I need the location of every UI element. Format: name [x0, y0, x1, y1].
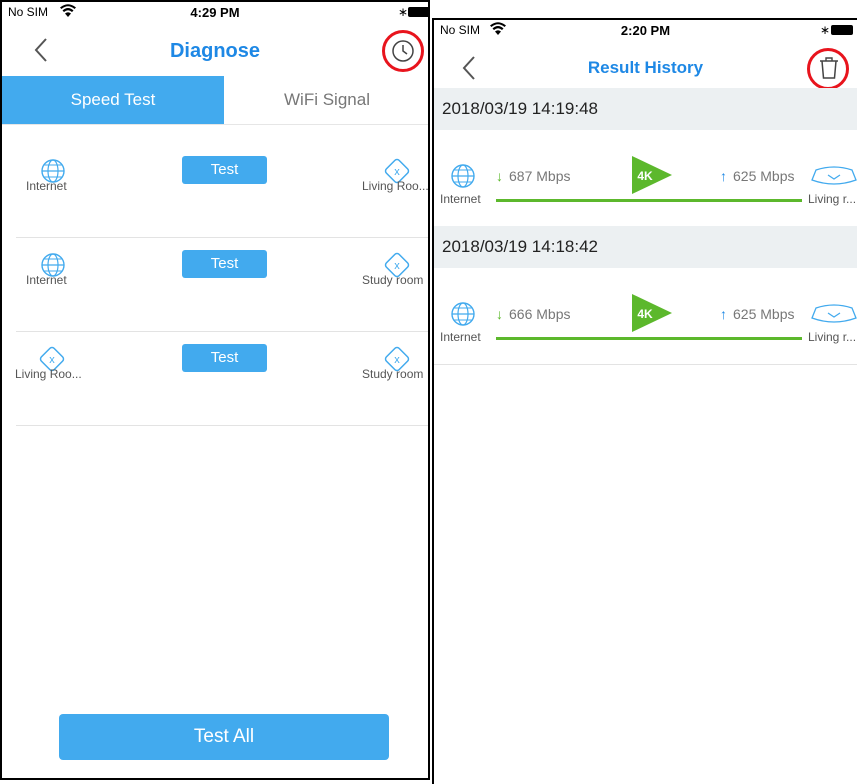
connection-line: [496, 199, 802, 202]
bluetooth-icon: ∗: [820, 23, 831, 37]
svg-text:4K: 4K: [637, 169, 653, 183]
from-node-label: Living Roo...: [15, 367, 82, 381]
svg-text:x: x: [394, 260, 400, 272]
svg-text:4K: 4K: [637, 307, 653, 321]
trash-icon[interactable]: [818, 56, 840, 85]
tab-speed-test[interactable]: Speed Test: [2, 76, 224, 124]
test-button[interactable]: Test: [182, 156, 267, 184]
battery-icon: [408, 7, 428, 17]
from-node-label: Internet: [26, 273, 67, 287]
download-speed: ↓ 687 Mbps: [496, 168, 570, 184]
battery-icon: [831, 25, 853, 35]
upload-speed: ↑ 625 Mbps: [720, 168, 794, 184]
svg-text:x: x: [394, 354, 400, 366]
status-bar: No SIM 2:20 PM ∗: [434, 20, 857, 42]
from-node-label: Internet: [440, 192, 481, 206]
to-node-label: Living r...: [808, 192, 857, 206]
connection-line: [496, 337, 802, 340]
page-title: Result History: [587, 58, 704, 77]
router-device-icon: [810, 304, 857, 331]
download-value: 666 Mbps: [509, 306, 571, 322]
globe-icon: [450, 163, 476, 194]
download-value: 687 Mbps: [509, 168, 571, 184]
upload-value: 625 Mbps: [733, 168, 795, 184]
upload-arrow-icon: ↑: [720, 168, 727, 184]
svg-text:x: x: [394, 166, 400, 178]
tab-wifi-signal[interactable]: WiFi Signal: [224, 76, 428, 124]
nav-bar: Diagnose: [2, 24, 428, 76]
to-node-label: Living r...: [808, 330, 857, 344]
globe-icon: [450, 301, 476, 332]
test-row: Internet Test x Living Roo...: [16, 143, 429, 238]
to-node-label: Living Roo...: [362, 179, 429, 193]
test-row: Internet Test x Study room: [16, 237, 428, 332]
bluetooth-icon: ∗: [398, 5, 409, 19]
download-arrow-icon: ↓: [496, 306, 503, 322]
4k-play-badge-icon: 4K: [632, 156, 672, 194]
svg-text:x: x: [49, 354, 55, 366]
result-timestamp: 2018/03/19 14:19:48: [434, 88, 857, 130]
test-all-button[interactable]: Test All: [59, 714, 389, 760]
status-time: 2:20 PM: [620, 23, 671, 38]
test-button[interactable]: Test: [182, 250, 267, 278]
status-time: 4:29 PM: [190, 5, 240, 20]
status-bar: No SIM 4:29 PM ∗: [2, 2, 428, 24]
router-device-icon: [810, 166, 857, 193]
test-row: x Living Roo... Test x Study room: [15, 331, 428, 426]
test-button[interactable]: Test: [182, 344, 267, 372]
result-row: Internet ↓ 666 Mbps 4K ↑ 625 Mbps Living r…: [434, 268, 857, 365]
result-history-screen: No SIM 2:20 PM ∗ Result History 2018/03/…: [432, 18, 857, 784]
from-node-label: Internet: [26, 179, 67, 193]
to-node-label: Study room: [362, 367, 424, 381]
download-speed: ↓ 666 Mbps: [496, 306, 570, 322]
result-row: Internet ↓ 687 Mbps 4K ↑ 625 Mbps Living r…: [434, 130, 857, 227]
upload-speed: ↑ 625 Mbps: [720, 306, 794, 322]
result-timestamp: 2018/03/19 14:18:42: [434, 226, 857, 268]
4k-play-badge-icon: 4K: [632, 294, 672, 332]
nav-bar: Result History: [434, 42, 857, 94]
upload-value: 625 Mbps: [733, 306, 795, 322]
download-arrow-icon: ↓: [496, 168, 503, 184]
from-node-label: Internet: [440, 330, 481, 344]
page-title: Diagnose: [169, 40, 261, 62]
diagnose-screen: No SIM 4:29 PM ∗ Diagnose Speed Test WiF…: [0, 0, 430, 780]
upload-arrow-icon: ↑: [720, 306, 727, 322]
clock-history-icon[interactable]: [391, 39, 415, 68]
tab-bar: Speed Test WiFi Signal: [2, 76, 428, 125]
to-node-label: Study room: [362, 273, 424, 287]
